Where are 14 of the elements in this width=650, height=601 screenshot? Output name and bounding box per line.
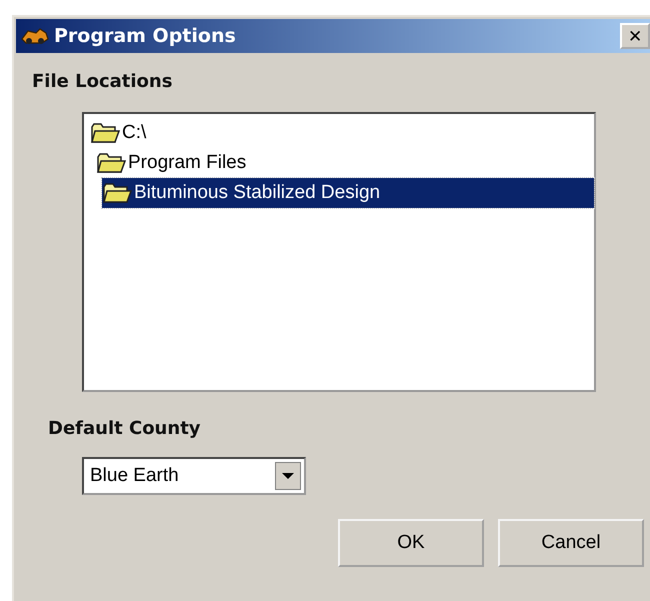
tree-item[interactable]: C:\ xyxy=(90,118,146,148)
section-label: Default County xyxy=(48,418,202,439)
dialog-button[interactable]: Cancel xyxy=(498,519,644,567)
dialog-button[interactable]: OK xyxy=(338,519,484,567)
folder-icon xyxy=(96,152,126,174)
county-dropdown[interactable]: Blue Earth xyxy=(82,457,306,495)
close-button[interactable]: ✕ xyxy=(620,23,650,49)
section-label: File Locations xyxy=(32,71,174,92)
folder-icon xyxy=(90,122,120,144)
folder-icon xyxy=(102,182,132,204)
app-icon xyxy=(20,27,50,45)
window-title: Program Options xyxy=(54,25,237,47)
tree-item[interactable]: Bituminous Stabilized Design xyxy=(102,178,594,208)
tree-item[interactable]: Program Files xyxy=(96,148,246,178)
